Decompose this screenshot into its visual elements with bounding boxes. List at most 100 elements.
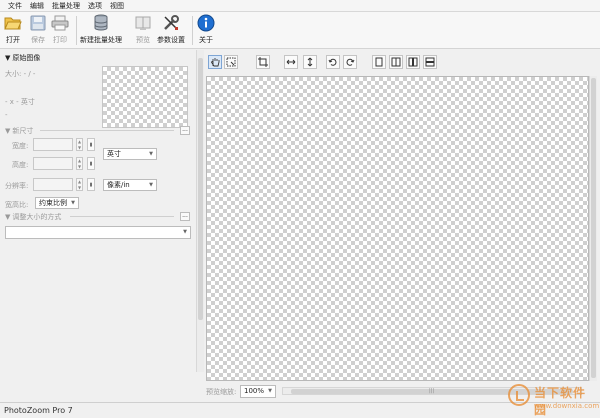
main-toolbar: 打开 保存 打印 新建批量处理 预览 参数设置 关于 — [0, 12, 600, 49]
settings-button[interactable]: 参数设置 — [157, 14, 185, 47]
panel-scrollbar[interactable] — [196, 50, 204, 372]
settings-label: 参数设置 — [157, 36, 185, 44]
width-label: 宽度: — [12, 142, 29, 150]
about-button[interactable]: 关于 — [197, 14, 215, 47]
split-vertical-button[interactable] — [389, 55, 403, 69]
original-dash-text: - — [5, 111, 8, 119]
split-vertical-icon — [391, 57, 401, 67]
original-dims-text: - x - 英寸 — [5, 98, 35, 106]
settings-panel: ▼ 原始图像 大小: - / - - x - 英寸 - ▼ 新尺寸 ... 宽度… — [0, 50, 196, 372]
fit-width-button[interactable] — [284, 55, 298, 69]
menu-options[interactable]: 选项 — [84, 0, 106, 12]
print-label: 打印 — [53, 36, 67, 44]
height-input[interactable] — [33, 157, 73, 170]
about-label: 关于 — [199, 36, 213, 44]
watermark: 当下软件园 www.downxia.com — [508, 380, 600, 417]
new-batch-label: 新建批量处理 — [80, 36, 122, 44]
folder-open-icon — [4, 14, 22, 32]
menu-edit[interactable]: 编辑 — [26, 0, 48, 12]
resize-method-title: 调整大小的方式 — [12, 213, 62, 221]
collapse-arrow-icon: ▼ — [5, 127, 11, 135]
canvas-vertical-scrollbar[interactable] — [589, 76, 597, 381]
crop-button[interactable] — [256, 55, 270, 69]
chevron-down-icon: ▼ — [71, 200, 75, 206]
chain-lock-icon: ▮ — [89, 141, 93, 148]
rotate-right-icon — [346, 58, 355, 66]
side-by-side-button[interactable] — [406, 55, 420, 69]
view-toolbar — [204, 50, 600, 74]
collapse-arrow-icon: ▼ — [5, 54, 11, 62]
vertical-arrows-icon — [307, 57, 313, 67]
canvas-vertical-scrollbar-thumb[interactable] — [591, 78, 596, 378]
zoom-select[interactable]: 100% ▼ — [240, 385, 276, 398]
menu-bar: 文件 编辑 批量处理 选项 视图 — [0, 0, 600, 12]
chevron-down-icon: ▼ — [149, 182, 153, 188]
resize-method-select[interactable]: ▼ — [5, 226, 191, 239]
original-image-title: 原始图像 — [12, 54, 41, 62]
original-size-text: 大小: - / - — [5, 70, 36, 78]
aspect-value: 约束比例 — [39, 199, 67, 207]
rotate-right-button[interactable] — [343, 55, 357, 69]
resolution-spinner[interactable]: ▲ ▼ — [76, 178, 83, 191]
horizontal-arrows-icon — [286, 59, 296, 65]
selection-tool-button[interactable] — [224, 55, 238, 69]
size-unit-value: 英寸 — [107, 150, 121, 158]
preview-label: 预览 — [136, 36, 150, 44]
database-batch-icon — [92, 14, 110, 32]
rotate-left-button[interactable] — [326, 55, 340, 69]
single-pane-icon — [375, 57, 383, 67]
menu-view[interactable]: 视图 — [106, 0, 128, 12]
original-image-header[interactable]: ▼ 原始图像 — [5, 53, 40, 63]
save-button[interactable]: 保存 — [29, 14, 47, 47]
preview-button[interactable]: 预览 — [134, 14, 152, 47]
fit-height-button[interactable] — [303, 55, 317, 69]
rotate-left-icon — [328, 58, 337, 66]
height-spinner[interactable]: ▲ ▼ — [76, 157, 83, 170]
resolution-input[interactable] — [33, 178, 73, 191]
open-label: 打开 — [6, 36, 20, 44]
app-name: PhotoZoom Pro 7 — [4, 406, 73, 415]
split-horizontal-icon — [425, 57, 435, 67]
width-spinner[interactable]: ▲ ▼ — [76, 138, 83, 151]
menu-batch[interactable]: 批量处理 — [48, 0, 84, 12]
aspect-label: 宽高比: — [5, 201, 29, 209]
single-view-button[interactable] — [372, 55, 386, 69]
watermark-logo-icon — [508, 384, 530, 406]
hand-tool-button[interactable] — [208, 55, 222, 69]
side-by-side-icon — [408, 57, 418, 67]
chain-lock-icon: ▮ — [89, 181, 93, 188]
chevron-down-icon: ▼ — [149, 151, 153, 157]
split-horizontal-button[interactable] — [423, 55, 437, 69]
width-input[interactable] — [33, 138, 73, 151]
new-size-title: 新尺寸 — [12, 127, 34, 135]
preview-canvas[interactable] — [206, 76, 589, 381]
selection-icon — [226, 57, 236, 67]
resize-method-header[interactable]: ▼ 调整大小的方式 — [5, 212, 61, 222]
resolution-unit-value: 像素/in — [107, 181, 130, 189]
crop-icon — [258, 57, 268, 67]
new-size-header[interactable]: ▼ 新尺寸 — [5, 126, 33, 136]
new-size-more-button[interactable]: ... — [180, 126, 190, 135]
resolution-label: 分辨率: — [5, 182, 29, 190]
resize-more-button[interactable]: ... — [180, 212, 190, 221]
zoom-value: 100% — [244, 387, 265, 395]
width-lock-button[interactable]: ▮ — [87, 138, 95, 151]
printer-icon — [51, 14, 69, 32]
hand-icon — [211, 58, 220, 67]
panel-scrollbar-thumb[interactable] — [198, 58, 203, 320]
resolution-lock-button[interactable]: ▮ — [87, 178, 95, 191]
size-unit-select[interactable]: 英寸 ▼ — [103, 148, 157, 160]
save-label: 保存 — [31, 36, 45, 44]
print-button[interactable]: 打印 — [51, 14, 69, 47]
watermark-url: www.downxia.com — [534, 402, 600, 410]
section-rule — [70, 216, 174, 217]
menu-file[interactable]: 文件 — [4, 0, 26, 12]
aspect-select[interactable]: 约束比例 ▼ — [35, 197, 79, 209]
new-batch-button[interactable]: 新建批量处理 — [80, 14, 122, 47]
resolution-unit-select[interactable]: 像素/in ▼ — [103, 179, 157, 191]
section-rule — [40, 130, 174, 131]
save-disk-icon — [29, 14, 47, 32]
height-lock-button[interactable]: ▮ — [87, 157, 95, 170]
toolbar-separator — [76, 16, 77, 45]
open-button[interactable]: 打开 — [4, 14, 22, 47]
